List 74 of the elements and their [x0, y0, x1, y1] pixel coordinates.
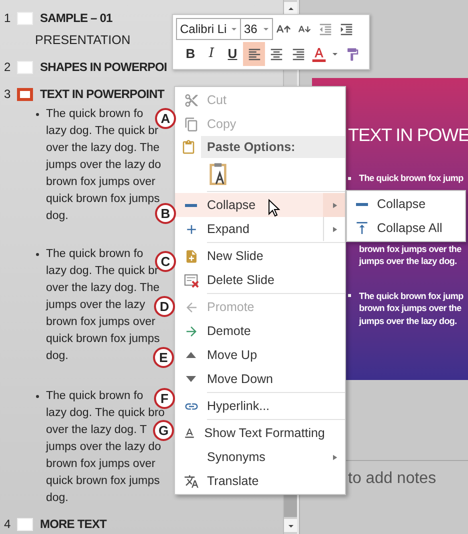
slide-title[interactable]: SHAPES IN POWERPOI [40, 58, 167, 76]
align-icon [290, 46, 306, 62]
outline-text-line: jumps over the lazy do [46, 440, 162, 454]
translate-icon [184, 474, 198, 488]
slide-title[interactable]: MORE TEXT [40, 515, 106, 533]
slide-number: 3 [4, 86, 12, 103]
text-style-button[interactable]: I [201, 43, 222, 65]
up-triangle-icon [186, 352, 196, 358]
outline-text-line: brown fox jumps over [46, 174, 156, 190]
scroll-up-icon[interactable] [284, 2, 297, 15]
outline-text-line: over the lazy dog. T [46, 422, 147, 438]
font-dropdown[interactable]: Calibri Li [176, 18, 241, 40]
outline-text-line: dog. [46, 208, 68, 224]
slide-subtitle: PRESENTATION [35, 32, 132, 49]
indent-icon [339, 22, 354, 36]
minus-icon [185, 204, 197, 206]
clipboard-icon [180, 140, 196, 154]
mouse-pointer-icon [268, 199, 280, 217]
scroll-down-icon[interactable] [284, 519, 297, 532]
outline-text-line: over the lazy dog. The [46, 280, 160, 296]
outdent-icon [318, 22, 333, 36]
align-left-button[interactable] [243, 42, 265, 66]
outline-text-line: jumps over the lazy do [46, 158, 162, 172]
menu-item[interactable]: Move Down [175, 367, 345, 391]
menu-item[interactable]: Delete Slide [175, 268, 345, 292]
text-style-button[interactable]: U [222, 43, 243, 65]
copy-icon [184, 116, 198, 132]
menu-item[interactable]: Show Text Formatting [175, 421, 345, 445]
font-size-dropdown[interactable]: 36 [241, 18, 273, 40]
paintbrush-icon [344, 46, 360, 62]
menu-item[interactable]: Hyperlink... [175, 394, 345, 418]
menu-item[interactable]: Synonyms [175, 445, 345, 469]
outline-text-line: The quick brown fo [46, 388, 144, 404]
menu-header: Paste Options: [201, 136, 345, 158]
outline-text-line: dog. [46, 490, 68, 506]
slide-title[interactable]: TEXT IN POWERPOINT [40, 85, 164, 103]
slide-text: brown fox jumps over the jumps over the lazy dog. [359, 242, 462, 268]
outline-text-line: quick brown fox jumps [46, 474, 160, 488]
clipboard-icon [209, 162, 227, 186]
slide-text: The quick brown fox jump [359, 172, 464, 184]
menu-item[interactable]: Demote [175, 319, 345, 343]
menu-item[interactable]: Translate [175, 469, 345, 493]
new-slide-icon [184, 248, 198, 264]
slide-number: 1 [4, 10, 12, 27]
collapse-all-icon [354, 220, 370, 236]
slide-text: The quick brown fox jump brown fox jumps over the jumps over the lazy dog. [359, 290, 464, 327]
submenu-item[interactable]: Collapse All [347, 216, 465, 240]
outline-text-line: The quick brown fo [46, 246, 144, 262]
notes-placeholder[interactable]: to add notes [348, 470, 436, 487]
outline-text-line: jumps over the lazy [46, 298, 146, 312]
outline-text-line: The quick brown fo [46, 106, 144, 122]
slide-title[interactable]: SAMPLE – 01 [40, 9, 112, 27]
scissors-icon [184, 92, 198, 108]
slide-number: 4 [4, 516, 12, 533]
minus-icon [356, 202, 368, 206]
right-arrow-icon [184, 324, 198, 338]
align-icon [246, 46, 262, 62]
submenu-item[interactable]: Collapse [347, 192, 465, 216]
outline-text-line: brown fox jumps over [46, 314, 156, 330]
down-triangle-icon [186, 376, 196, 382]
menu-item[interactable]: New Slide [175, 244, 345, 268]
align-icon [268, 46, 284, 62]
outline-text-line: dog. [46, 348, 68, 364]
menu-item[interactable]: Expand [175, 217, 345, 241]
delete-slide-icon [184, 272, 198, 288]
menu-item[interactable]: Move Up [175, 343, 345, 367]
slide-number: 2 [4, 59, 12, 76]
text-style-button[interactable]: B [180, 43, 201, 65]
menu-item[interactable]: Collapse [175, 193, 345, 217]
font-color-icon [311, 46, 327, 62]
outline-text-line: over the lazy dog. The [46, 140, 160, 156]
outline-text-line: quick brown fox jumps [46, 332, 160, 346]
outline-text-line: brown fox jumps over [46, 456, 156, 472]
slide-thumbnail-icon[interactable] [17, 88, 33, 100]
